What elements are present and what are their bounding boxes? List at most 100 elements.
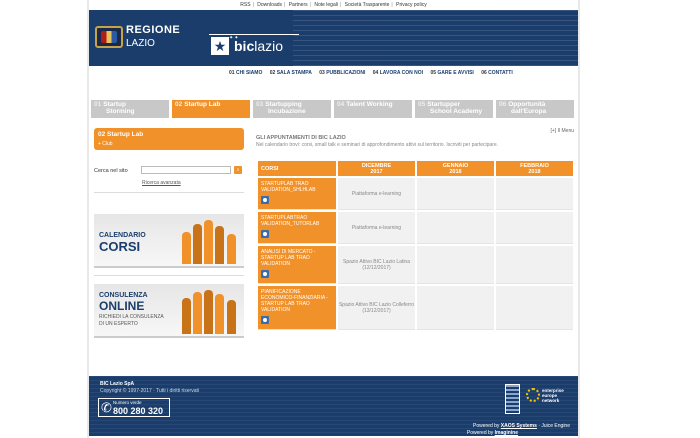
search-submit-icon[interactable]: ⌕ — [234, 166, 242, 174]
nav-gare-e-avvisi[interactable]: 05 GARE E AVVISI — [430, 70, 473, 76]
powered-by-xaos: Powered by XAOS Systems · Juice Engine — [472, 423, 570, 429]
regione-text: REGIONE — [126, 24, 181, 36]
document-icon[interactable] — [261, 196, 269, 204]
partners-link[interactable]: Partners — [289, 2, 308, 8]
tab-startupping[interactable]: 03 Startupping Incubazione — [253, 100, 331, 118]
search-input[interactable] — [141, 166, 231, 174]
imaginine-link[interactable]: Imaginine — [495, 430, 518, 436]
date-cell — [496, 246, 573, 284]
date-cell — [496, 286, 573, 330]
bic-logo-a: bic — [234, 38, 255, 54]
date-cell[interactable]: Piattaforma e-learning — [338, 212, 415, 244]
date-cell[interactable]: Piattaforma e-learning — [338, 178, 415, 210]
sidebar-club-link[interactable]: + Club — [98, 141, 240, 147]
tab-startup-lab[interactable]: 02 Startup Lab — [172, 100, 250, 118]
tab-startup-storming[interactable]: 01 Startup Storming — [91, 100, 169, 118]
bic-lazio-logo[interactable]: biclazio — [234, 38, 283, 54]
tab-opportunita-europa[interactable]: 06 Opportunità dall'Europa — [496, 100, 574, 118]
consulenza-online-banner[interactable]: CONSULENZA ONLINE RICHIEDI LA CONSULENZA… — [94, 284, 244, 338]
courses-calendar-table: CORSI DICEMBRE 2017 GENNAIO 2018 FEBBRAIO 2… — [256, 159, 575, 332]
table-row: STARTUPLABTRAO VALIDATION_TUTORLAB Piatt… — [258, 212, 573, 244]
note-legali-link[interactable]: Note legali — [314, 2, 338, 8]
date-cell[interactable]: Spazio Attivo BIC Lazio Colleferro (13/12… — [338, 286, 415, 330]
rss-link[interactable]: RSS — [240, 2, 250, 8]
table-row: STARTUPLAB TRAO VALIDATION_SHLHLAB Piatt… — [258, 178, 573, 210]
banner-stripes — [293, 10, 578, 66]
privacy-policy-link[interactable]: Privacy policy — [396, 2, 427, 8]
bic-logo-b: lazio — [254, 38, 284, 54]
date-cell[interactable]: Spazio Attivo BIC Lazio Latina (12/12/201… — [338, 246, 415, 284]
societa-trasparente-link[interactable]: Società Trasparente — [345, 2, 390, 8]
tab-talent-working[interactable]: 04 Talent Working — [334, 100, 412, 118]
date-cell — [417, 286, 494, 330]
col-corsi: CORSI — [258, 161, 336, 176]
page-subtitle: Nel calendario trovi: corsi, small talk … — [256, 142, 499, 148]
people-illustration-icon — [180, 288, 240, 334]
col-febbraio: FEBBRAIO 2018 — [496, 161, 573, 176]
eu-stars-ring-icon — [526, 388, 540, 402]
xaos-systems-link[interactable]: XAOS Systems — [501, 423, 537, 429]
toggle-menu-link[interactable]: [+] Il Menu — [551, 128, 574, 134]
top-links: RSS | Downloads | Partners | Note legali | S… — [240, 2, 427, 8]
document-icon[interactable] — [261, 316, 269, 324]
site-search: Cerca nel sito ⌕ — [94, 166, 244, 178]
regione-lazio-emblem[interactable] — [95, 26, 123, 48]
promo-calendario-text: CALENDARIO — [99, 232, 146, 239]
numero-verde-label: Numero verde — [113, 400, 142, 405]
eu-flag-icon[interactable] — [505, 384, 520, 414]
page: RSS | Downloads | Partners | Note legali | S… — [89, 0, 578, 438]
main-nav: 01 CHI SIAMO 02 SALA STAMPA 03 PUBBLICAZ… — [229, 70, 574, 76]
date-cell — [417, 178, 494, 210]
people-illustration-icon — [180, 218, 240, 264]
date-cell — [496, 212, 573, 244]
table-row: ANALISI DI MERCATO - STARTUP LAB TRAO VA… — [258, 246, 573, 284]
table-row: PIANIFICAZIONE ECONOMICO-FINANZIARIA - S… — [258, 286, 573, 330]
numero-verde-number: 800 280 320 — [113, 406, 164, 416]
course-cell[interactable]: PIANIFICAZIONE ECONOMICO-FINANZIARIA - S… — [258, 286, 336, 330]
date-cell — [417, 212, 494, 244]
phone-icon: ✆ — [101, 400, 112, 415]
phase-tabs: 01 Startup Storming 02 Startup Lab 03 Startu… — [89, 100, 578, 118]
tab-startupper-school[interactable]: 05 Startupper School Academy — [415, 100, 493, 118]
promo-consulenza-text: CONSULENZA — [99, 292, 148, 299]
star-icon: ★ — [211, 37, 229, 55]
table-header-row: CORSI DICEMBRE 2017 GENNAIO 2018 FEBBRAIO 2… — [258, 161, 573, 176]
powered-by-imaginine: Powered by Imaginine — [466, 430, 518, 436]
divider — [94, 275, 244, 276]
col-gennaio: GENNAIO 2018 — [417, 161, 494, 176]
promo-esperto-text: DI UN ESPERTO — [99, 321, 138, 327]
nav-sala-stampa[interactable]: 02 SALA STAMPA — [270, 70, 312, 76]
een-text: enterprise europe network — [542, 388, 564, 403]
course-cell[interactable]: STARTUPLAB TRAO VALIDATION_SHLHLAB — [258, 178, 336, 210]
numero-verde-badge[interactable]: ✆ Numero verde 800 280 320 — [98, 398, 170, 417]
promo-corsi-text: CORSI — [99, 239, 141, 254]
footer-copyright: Copyright © 1997-2017 · Tutti i diritti … — [100, 388, 200, 394]
course-cell[interactable]: ANALISI DI MERCATO - STARTUP LAB TRAO VA… — [258, 246, 336, 284]
footer: BIC Lazio SpA Copyright © 1997-2017 · Tu… — [89, 376, 578, 436]
advanced-search-link[interactable]: Ricerca avanzata — [142, 180, 181, 186]
promo-richiedi-text: RICHIEDI LA CONSULENZA — [99, 314, 164, 320]
sidebar-section-header[interactable]: 02 Startup Lab + Club — [94, 128, 244, 150]
sidebar: 02 Startup Lab + Club Cerca nel sito ⌕ R… — [94, 128, 244, 338]
col-dicembre: DICEMBRE 2017 — [338, 161, 415, 176]
enterprise-europe-network-logo[interactable]: enterprise europe network — [526, 386, 570, 416]
downloads-link[interactable]: Downloads — [257, 2, 282, 8]
footer-company: BIC Lazio SpA — [100, 381, 135, 387]
date-cell — [496, 178, 573, 210]
promo-online-text: ONLINE — [99, 299, 145, 313]
document-icon[interactable] — [261, 230, 269, 238]
nav-contatti[interactable]: 06 CONTATTI — [481, 70, 512, 76]
page-title: GLI APPUNTAMENTI DI BIC LAZIO — [256, 135, 346, 141]
calendario-corsi-banner[interactable]: CALENDARIO CORSI — [94, 214, 244, 268]
divider — [94, 192, 244, 193]
sidebar-title: 02 Startup Lab — [98, 131, 144, 138]
lazio-text: LAZIO — [126, 38, 155, 49]
search-label: Cerca nel sito — [94, 168, 128, 174]
document-icon[interactable] — [261, 270, 269, 278]
course-cell[interactable]: STARTUPLABTRAO VALIDATION_TUTORLAB — [258, 212, 336, 244]
nav-chi-siamo[interactable]: 01 CHI SIAMO — [229, 70, 262, 76]
header-banner: REGIONE LAZIO ★ ✦✦ biclazio — [89, 10, 578, 66]
nav-lavora-con-noi[interactable]: 04 LAVORA CON NOI — [373, 70, 423, 76]
date-cell — [417, 246, 494, 284]
nav-pubblicazioni[interactable]: 03 PUBBLICAZIONI — [319, 70, 365, 76]
